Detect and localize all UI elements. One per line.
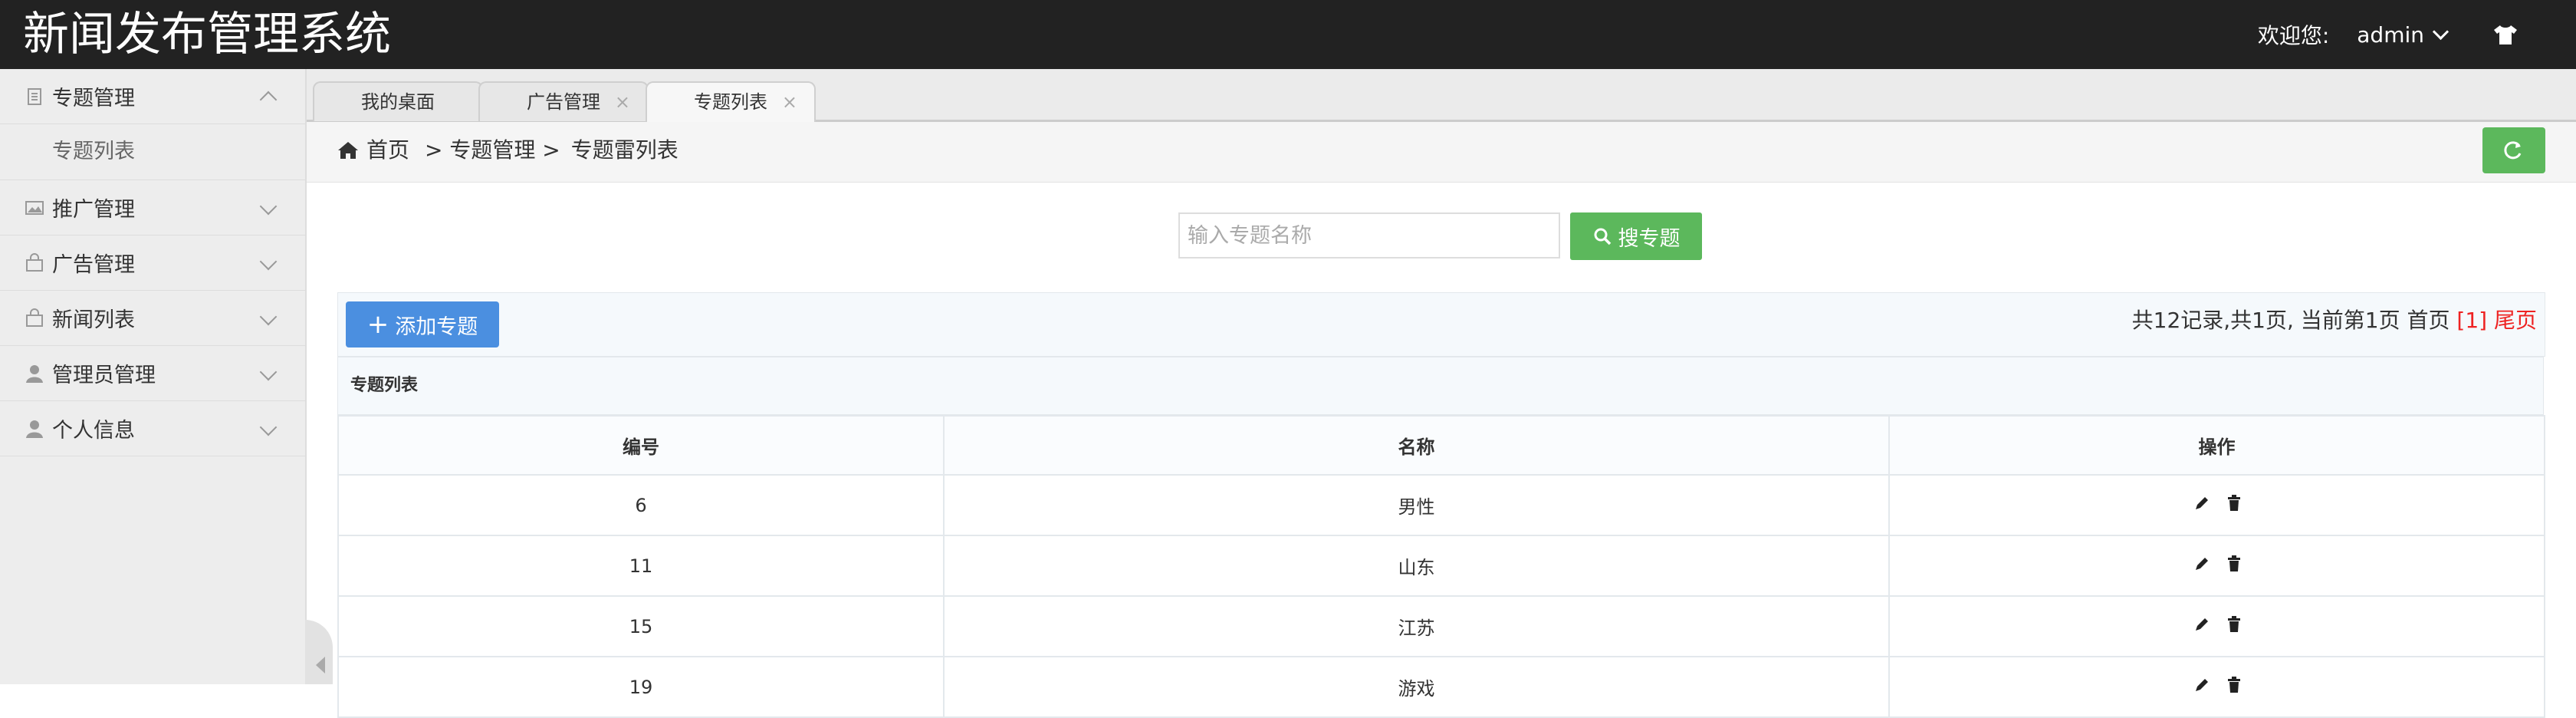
add-topic-button[interactable]: + 添加专题 [346, 301, 499, 347]
table-header-row: 编号 名称 操作 [337, 415, 2545, 476]
chevron-down-icon [259, 308, 278, 326]
tab-ad-management[interactable]: 广告管理 × [478, 81, 649, 121]
cell-id: 15 [337, 595, 945, 657]
pagination-summary: 共12记录,共1页, 当前第1页 首页 [2131, 308, 2450, 333]
cell-id: 6 [337, 474, 945, 536]
trash-icon[interactable] [2226, 494, 2242, 512]
sidebar-item-personal-info[interactable]: 个人信息 [0, 401, 305, 456]
user-icon [26, 420, 43, 438]
bag-icon [26, 308, 43, 327]
user-name: admin [2357, 21, 2424, 48]
home-icon [338, 142, 358, 159]
sidebar-item-label: 广告管理 [52, 253, 135, 277]
sidebar: 专题管理 专题列表 推广管理 广告管理 新闻列表 管理员管理 个人信息 [0, 69, 307, 684]
cell-name: 山东 [943, 535, 1890, 597]
sidebar-item-promotion-management[interactable]: 推广管理 [0, 180, 305, 235]
user-area: 欢迎您: admin [2258, 0, 2518, 69]
sidebar-item-news-list[interactable]: 新闻列表 [0, 291, 305, 346]
table-row: 6 男性 [337, 474, 2545, 536]
cell-id: 11 [337, 535, 945, 597]
plus-icon: + [366, 309, 389, 340]
breadcrumb-home[interactable]: 首页 [366, 122, 409, 179]
table-caption: 专题列表 [337, 357, 2544, 415]
image-icon [25, 200, 44, 215]
tab-label: 我的桌面 [361, 91, 435, 113]
user-icon [26, 364, 43, 383]
app-title: 新闻发布管理系统 [23, 8, 391, 61]
refresh-icon [2504, 141, 2522, 160]
sidebar-item-label: 专题管理 [52, 87, 135, 110]
cell-name: 男性 [943, 474, 1890, 536]
sidebar-item-label: 新闻列表 [52, 308, 135, 332]
search-button[interactable]: 搜专题 [1570, 212, 1702, 260]
cell-name: 游戏 [943, 656, 1890, 718]
welcome-text: 欢迎您: [2257, 23, 2330, 48]
tab-label: 广告管理 [527, 91, 600, 113]
close-icon[interactable]: × [615, 83, 630, 121]
table-row: 15 江苏 [337, 595, 2545, 657]
column-header-name: 名称 [943, 415, 1890, 476]
sidebar-subitem-topic-list[interactable]: 专题列表 [0, 124, 305, 180]
breadcrumb-bar: 首页 > 专题管理 > 专题雷列表 [307, 122, 2576, 183]
add-topic-label: 添加专题 [395, 315, 478, 339]
cell-name: 江苏 [943, 595, 1890, 657]
edit-icon[interactable] [2193, 494, 2211, 512]
sidebar-item-label: 推广管理 [52, 198, 135, 222]
cell-id: 19 [337, 656, 945, 718]
search-input[interactable] [1178, 212, 1560, 259]
chevron-down-icon [2432, 23, 2450, 40]
edit-icon[interactable] [2193, 555, 2211, 573]
search-icon [1594, 228, 1611, 245]
sidebar-item-label: 个人信息 [52, 419, 135, 443]
trash-icon[interactable] [2226, 615, 2242, 633]
sidebar-item-topic-management[interactable]: 专题管理 [0, 69, 305, 124]
breadcrumb: 首页 > 专题管理 > 专题雷列表 [337, 122, 678, 179]
chevron-up-icon [259, 91, 278, 109]
top-header: 新闻发布管理系统 欢迎您: admin [0, 0, 2576, 69]
tab-topic-list[interactable]: 专题列表 × [646, 81, 816, 124]
cell-actions [1888, 535, 2545, 597]
table-row: 11 山东 [337, 535, 2545, 597]
list-toolbar: + 添加专题 共12记录,共1页, 当前第1页 首页 [1] 尾页 [337, 292, 2545, 357]
sidebar-item-ad-management[interactable]: 广告管理 [0, 235, 305, 291]
topic-table-panel: 专题列表 编号 名称 操作 6 男性 11 山东 15 江苏 19 游戏 [337, 357, 2545, 718]
chevron-down-icon [259, 363, 278, 381]
search-button-label: 搜专题 [1618, 226, 1681, 251]
chevron-down-icon [259, 197, 278, 216]
edit-icon[interactable] [2193, 615, 2211, 634]
tab-label: 专题列表 [694, 91, 767, 113]
close-icon[interactable]: × [782, 83, 797, 121]
user-menu[interactable]: admin [2357, 21, 2450, 48]
sidebar-item-label: 管理员管理 [52, 364, 156, 387]
sidebar-collapse-handle[interactable] [305, 620, 333, 684]
edit-icon[interactable] [2193, 676, 2211, 694]
tab-bar: 我的桌面 广告管理 × 专题列表 × [307, 69, 2576, 124]
column-header-id: 编号 [337, 415, 945, 476]
breadcrumb-level1[interactable]: > 专题管理 > [425, 122, 560, 179]
shirt-icon[interactable] [2492, 24, 2518, 45]
trash-icon[interactable] [2226, 555, 2242, 572]
cell-actions [1888, 474, 2545, 536]
pagination-last-page[interactable]: 尾页 [2494, 308, 2537, 333]
sidebar-item-admin-management[interactable]: 管理员管理 [0, 346, 305, 401]
pagination: 共12记录,共1页, 当前第1页 首页 [1] 尾页 [2132, 304, 2537, 334]
chevron-down-icon [259, 418, 278, 436]
chevron-down-icon [259, 252, 278, 271]
document-icon [28, 87, 41, 105]
trash-icon[interactable] [2226, 676, 2242, 693]
table-row: 19 游戏 [337, 656, 2545, 718]
refresh-button[interactable] [2482, 127, 2545, 173]
column-header-actions: 操作 [1888, 415, 2545, 476]
breadcrumb-current: 专题雷列表 [570, 137, 678, 163]
tab-desktop[interactable]: 我的桌面 [313, 81, 483, 121]
cell-actions [1888, 595, 2545, 657]
bag-icon [26, 252, 43, 272]
topic-table: 编号 名称 操作 6 男性 11 山东 15 江苏 19 游戏 [337, 415, 2545, 718]
pagination-current-page[interactable]: [1] [2456, 308, 2487, 333]
cell-actions [1888, 656, 2545, 718]
